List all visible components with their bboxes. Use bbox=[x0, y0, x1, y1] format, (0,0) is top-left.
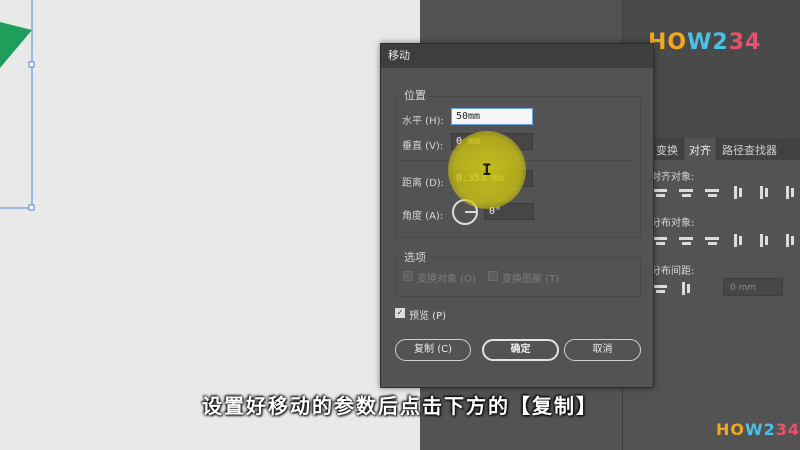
horizontal-input[interactable]: 50mm bbox=[451, 108, 533, 125]
distance-label: 距离 (D): bbox=[402, 178, 445, 189]
ok-button[interactable]: 确定 bbox=[482, 339, 559, 361]
align-objects-label: 对齐对象: bbox=[651, 172, 695, 183]
text-cursor-icon: I bbox=[482, 160, 492, 179]
move-dialog: 移动 位置 水平 (H): 50mm 垂直 (V): 0 mm 距离 (D): … bbox=[380, 43, 654, 388]
transform-patterns-checkbox[interactable] bbox=[488, 271, 498, 281]
selection-handle[interactable] bbox=[28, 61, 35, 68]
distance-input[interactable]: 0.353 mm bbox=[451, 170, 533, 187]
spacing-vertical-icon[interactable] bbox=[653, 282, 669, 296]
copy-button[interactable]: 复制 (C) bbox=[395, 339, 471, 361]
transform-objects-checkbox[interactable]: ✓ bbox=[403, 271, 413, 281]
angle-input[interactable]: 0° bbox=[484, 203, 534, 220]
tab-transform[interactable]: 变换 bbox=[651, 138, 684, 160]
panel-tabs: 变换 对齐 路径查找器 bbox=[651, 138, 800, 160]
distribute-objects-icons bbox=[653, 234, 799, 248]
angle-dial-icon[interactable] bbox=[452, 199, 478, 225]
distribute-objects-label: 分布对象: bbox=[651, 218, 695, 229]
tab-align[interactable]: 对齐 bbox=[684, 138, 717, 160]
align-top-icon[interactable] bbox=[731, 186, 747, 200]
spacing-value-field[interactable]: 0 mm bbox=[723, 278, 783, 296]
distribute-right-icon[interactable] bbox=[783, 234, 799, 248]
cancel-button[interactable]: 取消 bbox=[564, 339, 641, 361]
align-objects-icons bbox=[653, 186, 799, 200]
video-subtitle: 设置好移动的参数后点击下方的【复制】 bbox=[202, 394, 598, 418]
angle-label: 角度 (A): bbox=[402, 211, 444, 222]
green-shape[interactable] bbox=[0, 22, 32, 68]
spacing-horizontal-icon[interactable] bbox=[679, 282, 695, 296]
horizontal-label: 水平 (H): bbox=[402, 116, 444, 127]
distribute-spacing-icons bbox=[653, 282, 695, 296]
tab-pathfinder[interactable]: 路径查找器 bbox=[717, 138, 783, 160]
align-middle-icon[interactable] bbox=[757, 186, 773, 200]
watermark-logo-bottom: HOW234 bbox=[716, 420, 800, 439]
transform-objects-label: 变换对象 (O) bbox=[417, 274, 476, 285]
align-center-icon[interactable] bbox=[679, 186, 695, 200]
align-right-icon[interactable] bbox=[705, 186, 721, 200]
transform-patterns-label: 变换图案 (T) bbox=[502, 274, 560, 285]
align-bottom-icon[interactable] bbox=[783, 186, 799, 200]
distribute-hcenter-icon[interactable] bbox=[757, 234, 773, 248]
options-group-label: 选项 bbox=[402, 249, 428, 265]
distribute-center-icon[interactable] bbox=[679, 234, 695, 248]
distribute-top-icon[interactable] bbox=[653, 234, 669, 248]
preview-checkbox[interactable]: ✓ bbox=[395, 308, 405, 318]
selection-handle[interactable] bbox=[28, 204, 35, 211]
canvas-artwork bbox=[0, 0, 35, 211]
distribute-left-icon[interactable] bbox=[731, 234, 747, 248]
artboard-canvas[interactable] bbox=[0, 0, 420, 450]
vertical-input[interactable]: 0 mm bbox=[451, 133, 533, 150]
distribute-spacing-label: 分布间距: bbox=[651, 266, 695, 277]
align-left-icon[interactable] bbox=[653, 186, 669, 200]
watermark-logo: HOW234 bbox=[648, 30, 762, 55]
vertical-label: 垂直 (V): bbox=[402, 141, 444, 152]
distribute-bottom-icon[interactable] bbox=[705, 234, 721, 248]
dialog-title[interactable]: 移动 bbox=[381, 44, 653, 68]
preview-label: 预览 (P) bbox=[409, 311, 447, 322]
position-group-label: 位置 bbox=[402, 87, 428, 103]
position-divider bbox=[401, 160, 633, 161]
